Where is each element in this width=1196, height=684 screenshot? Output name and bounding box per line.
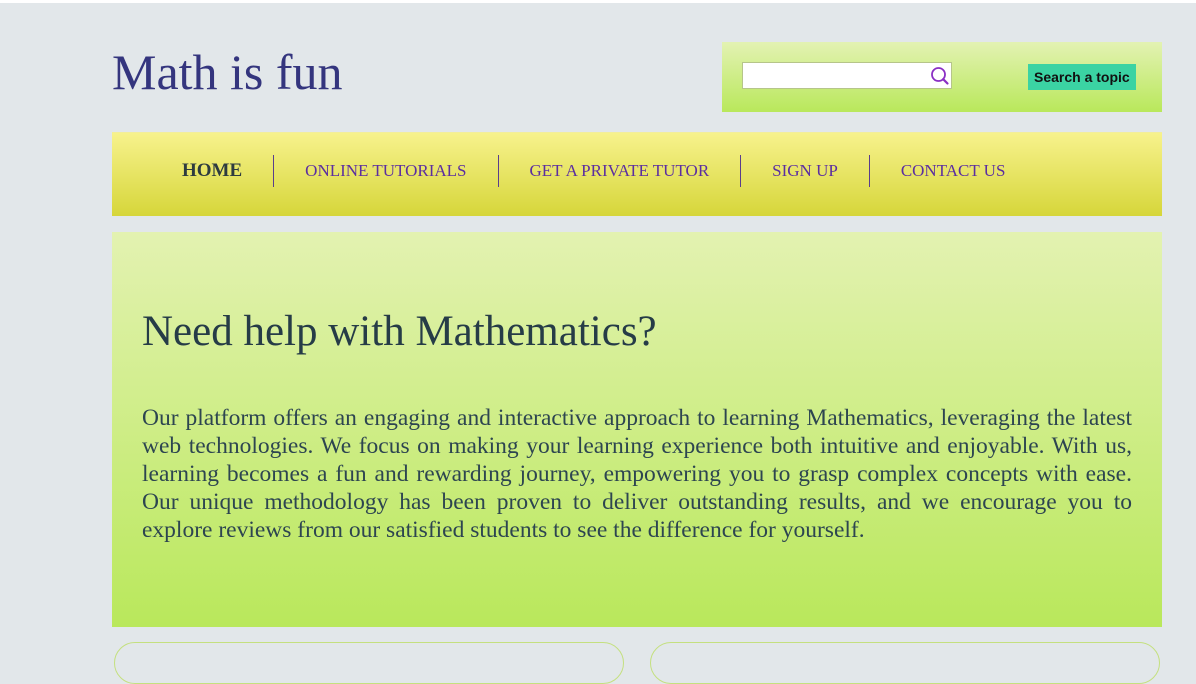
nav-item-online-tutorials[interactable]: ONLINE TUTORIALS	[273, 155, 497, 187]
nav-item-home[interactable]: HOME	[151, 155, 273, 187]
top-strip	[0, 0, 1196, 3]
main-nav: HOME ONLINE TUTORIALS GET A PRIVATE TUTO…	[112, 132, 1162, 216]
hero-section: Need help with Mathematics? Our platform…	[112, 232, 1162, 627]
feature-card-left	[114, 642, 624, 684]
nav-item-sign-up[interactable]: SIGN UP	[740, 155, 869, 187]
site-title: Math is fun	[112, 44, 343, 100]
hero-description: Our platform offers an engaging and inte…	[142, 405, 1132, 543]
hero-title: Need help with Mathematics?	[142, 308, 657, 355]
search-box: Search a topic	[722, 42, 1162, 112]
search-topic-button[interactable]: Search a topic	[1028, 64, 1136, 90]
nav-list: HOME ONLINE TUTORIALS GET A PRIVATE TUTO…	[151, 155, 1036, 187]
search-icon[interactable]	[930, 66, 950, 86]
nav-item-get-a-private-tutor[interactable]: GET A PRIVATE TUTOR	[497, 155, 741, 187]
feature-card-right	[650, 642, 1160, 684]
search-input[interactable]	[743, 63, 935, 88]
nav-item-contact-us[interactable]: CONTACT US	[868, 155, 1037, 187]
search-field	[742, 62, 952, 89]
